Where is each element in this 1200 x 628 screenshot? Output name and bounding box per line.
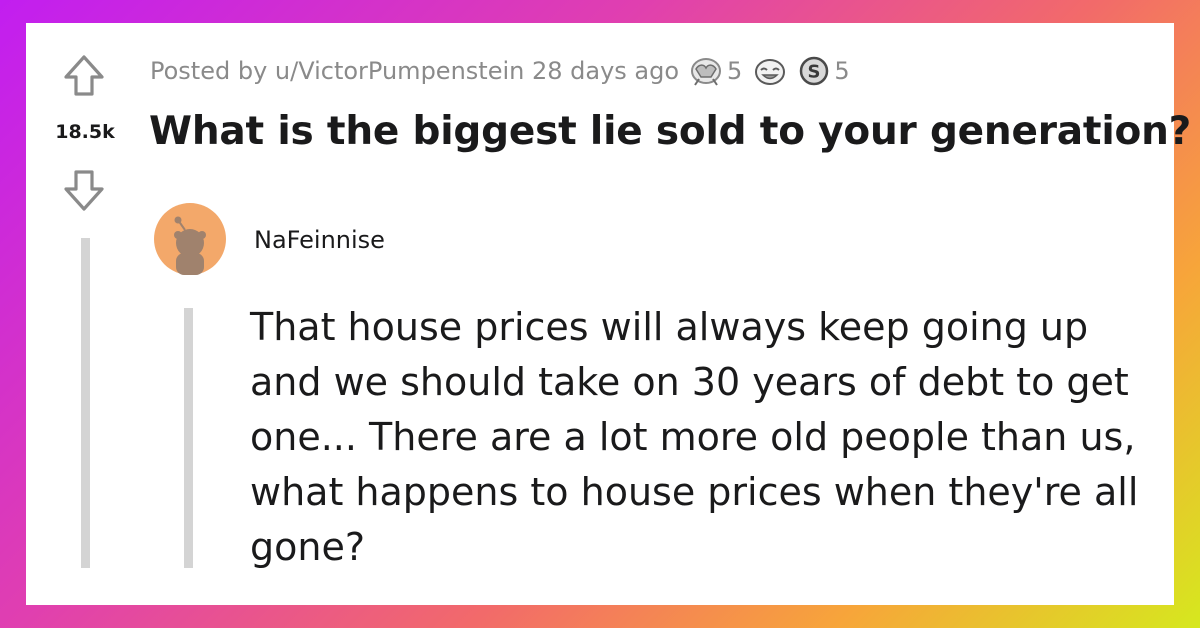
wholesome-award-icon (691, 58, 722, 86)
upvote-arrow-icon (64, 55, 104, 96)
award-count: 5 (727, 57, 743, 85)
post-title[interactable]: What is the biggest lie sold to your gen… (149, 109, 1191, 154)
award-count: 5 (834, 57, 850, 85)
comment-body: That house prices will always keep going… (250, 305, 1139, 569)
award-wholesome[interactable]: 5 (689, 55, 742, 87)
vote-column: 18.5k (26, 23, 146, 605)
post-meta: Posted by u/VictorPumpenstein 28 days ag… (150, 53, 850, 89)
comment-author[interactable]: NaFeinnise (254, 226, 385, 254)
posted-by-text: Posted by u/VictorPumpenstein 28 days ag… (150, 57, 680, 85)
award-laugh[interactable] (752, 55, 788, 87)
downvote-arrow-icon (64, 170, 104, 211)
award-silver[interactable]: S 5 (798, 55, 850, 87)
avatar[interactable] (154, 203, 226, 275)
upvote-button[interactable] (59, 51, 109, 101)
post-card: 18.5k Posted by u/VictorPumpenstein 28 d… (26, 23, 1191, 605)
silver-s-award-icon: S (800, 56, 829, 86)
post-thread-line[interactable] (81, 238, 90, 568)
laugh-award-icon (755, 59, 786, 85)
comment-thread-line[interactable] (184, 308, 193, 568)
vote-score: 18.5k (55, 121, 115, 143)
downvote-button[interactable] (59, 165, 109, 215)
svg-text:S: S (808, 62, 821, 83)
